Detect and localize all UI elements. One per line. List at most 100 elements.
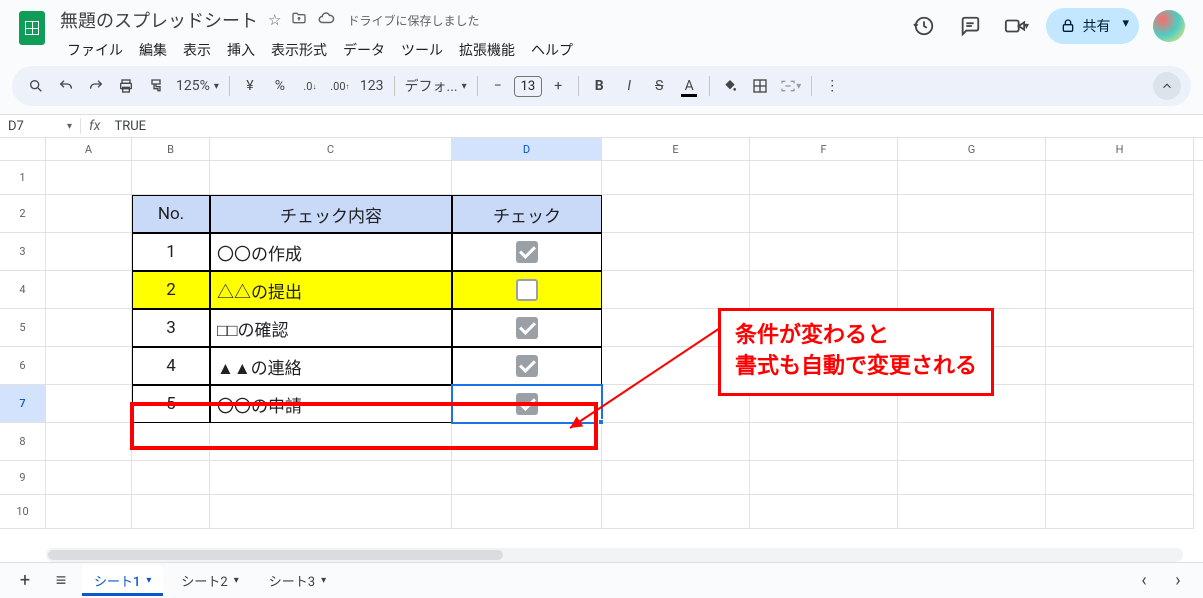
checkbox-icon[interactable] <box>516 279 538 301</box>
cell-G4[interactable] <box>898 271 1046 309</box>
star-icon[interactable]: ☆ <box>268 11 281 29</box>
cell-B8[interactable] <box>132 423 210 461</box>
menu-view[interactable]: 表示 <box>176 36 218 64</box>
cell-B1[interactable] <box>132 161 210 195</box>
menu-format[interactable]: 表示形式 <box>264 36 334 64</box>
col-header-E[interactable]: E <box>602 138 750 160</box>
print-icon[interactable] <box>112 72 140 100</box>
history-icon[interactable] <box>908 10 940 42</box>
italic-button[interactable]: I <box>615 72 643 100</box>
strikethrough-button[interactable]: S <box>645 72 673 100</box>
cell-H10[interactable] <box>1046 495 1194 529</box>
cell-H7[interactable] <box>1046 385 1194 423</box>
tab-scroll-right-icon[interactable]: › <box>1163 566 1193 596</box>
menu-help[interactable]: ヘルプ <box>524 36 580 64</box>
row-header-5[interactable]: 5 <box>0 309 46 347</box>
cell-H5[interactable] <box>1046 309 1194 347</box>
row-header-6[interactable]: 6 <box>0 347 46 385</box>
zoom-select[interactable]: 125% ▾ <box>172 72 223 100</box>
cell-D9[interactable] <box>452 461 602 495</box>
meet-icon[interactable]: ▾ <box>1000 10 1032 42</box>
cell-G1[interactable] <box>898 161 1046 195</box>
checkbox-icon[interactable] <box>516 393 538 415</box>
menu-data[interactable]: データ <box>336 36 392 64</box>
comment-icon[interactable] <box>954 10 986 42</box>
cell-E4[interactable] <box>602 271 750 309</box>
cell-B7[interactable]: 5 <box>132 385 210 423</box>
sheet-tab-3-menu-icon[interactable]: ▾ <box>321 575 326 586</box>
search-icon[interactable] <box>22 72 50 100</box>
paint-format-icon[interactable] <box>142 72 170 100</box>
row-header-3[interactable]: 3 <box>0 233 46 271</box>
percent-button[interactable]: % <box>266 72 294 100</box>
font-size-decrease[interactable]: − <box>484 72 512 100</box>
col-header-F[interactable]: F <box>750 138 898 160</box>
cell-F10[interactable] <box>750 495 898 529</box>
cell-B3[interactable]: 1 <box>132 233 210 271</box>
row-header-10[interactable]: 10 <box>0 495 46 529</box>
merge-cells-button[interactable]: ▾ <box>776 72 805 100</box>
cell-A4[interactable] <box>46 271 132 309</box>
currency-button[interactable]: ¥ <box>236 72 264 100</box>
cell-F1[interactable] <box>750 161 898 195</box>
cell-H8[interactable] <box>1046 423 1194 461</box>
cell-F4[interactable] <box>750 271 898 309</box>
borders-button[interactable] <box>746 72 774 100</box>
cell-D5[interactable] <box>452 309 602 347</box>
cell-C5[interactable]: □□の確認 <box>210 309 452 347</box>
cell-E9[interactable] <box>602 461 750 495</box>
all-sheets-button[interactable]: ≡ <box>46 566 76 596</box>
cell-F8[interactable] <box>750 423 898 461</box>
cell-A2[interactable] <box>46 195 132 233</box>
font-size-input[interactable]: 13 <box>514 76 543 97</box>
redo-icon[interactable] <box>82 72 110 100</box>
cell-A3[interactable] <box>46 233 132 271</box>
cell-G3[interactable] <box>898 233 1046 271</box>
cell-C1[interactable] <box>210 161 452 195</box>
cell-B4[interactable]: 2 <box>132 271 210 309</box>
row-header-4[interactable]: 4 <box>0 271 46 309</box>
cell-D4[interactable] <box>452 271 602 309</box>
cell-C4[interactable]: △△の提出 <box>210 271 452 309</box>
cell-G2[interactable] <box>898 195 1046 233</box>
cell-D7[interactable] <box>452 385 602 423</box>
cell-H2[interactable] <box>1046 195 1194 233</box>
checkbox-icon[interactable] <box>516 241 538 263</box>
cell-A9[interactable] <box>46 461 132 495</box>
cell-G10[interactable] <box>898 495 1046 529</box>
text-color-button[interactable]: A <box>675 72 703 100</box>
row-header-8[interactable]: 8 <box>0 423 46 461</box>
sheet-tab-1[interactable]: シート1▾ <box>82 565 163 596</box>
col-header-C[interactable]: C <box>210 138 452 160</box>
col-header-A[interactable]: A <box>46 138 132 160</box>
menu-extensions[interactable]: 拡張機能 <box>452 36 522 64</box>
col-header-H[interactable]: H <box>1046 138 1194 160</box>
checkbox-icon[interactable] <box>516 355 538 377</box>
cell-A6[interactable] <box>46 347 132 385</box>
cell-A1[interactable] <box>46 161 132 195</box>
cell-D3[interactable] <box>452 233 602 271</box>
cell-D8[interactable] <box>452 423 602 461</box>
font-size-increase[interactable]: + <box>544 72 572 100</box>
undo-icon[interactable] <box>52 72 80 100</box>
cell-H4[interactable] <box>1046 271 1194 309</box>
cell-D10[interactable] <box>452 495 602 529</box>
menu-edit[interactable]: 編集 <box>132 36 174 64</box>
namebox-dropdown-icon[interactable]: ▾ <box>67 121 72 132</box>
cell-A8[interactable] <box>46 423 132 461</box>
decrease-decimal-button[interactable]: .0↓ <box>296 72 324 100</box>
cell-D6[interactable] <box>452 347 602 385</box>
cell-G9[interactable] <box>898 461 1046 495</box>
share-dropdown[interactable]: ▾ <box>1112 8 1139 44</box>
cell-C7[interactable]: 〇〇の申請 <box>210 385 452 423</box>
cell-H3[interactable] <box>1046 233 1194 271</box>
spreadsheet-grid[interactable]: ABCDEFGH12No.チェック内容チェック31〇〇の作成42△△の提出53□… <box>0 138 1203 562</box>
cell-A5[interactable] <box>46 309 132 347</box>
cell-C2[interactable]: チェック内容 <box>210 195 452 233</box>
fill-color-button[interactable] <box>716 72 744 100</box>
name-box[interactable]: D7 ▾ <box>0 119 80 134</box>
cell-D1[interactable] <box>452 161 602 195</box>
collapse-toolbar-icon[interactable] <box>1153 72 1181 100</box>
cell-C10[interactable] <box>210 495 452 529</box>
font-select[interactable]: デフォ... ▾ <box>401 72 471 100</box>
